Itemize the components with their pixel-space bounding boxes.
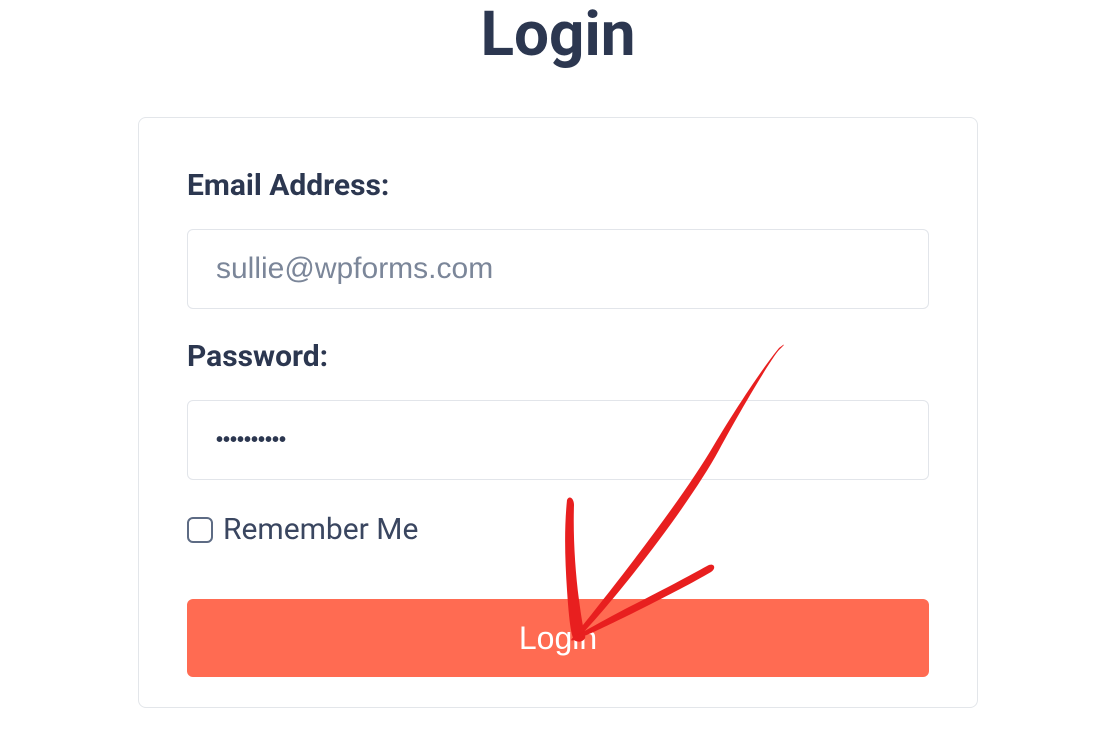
password-field[interactable] (187, 400, 929, 480)
login-button[interactable]: Login (187, 599, 929, 677)
remember-row: Remember Me (187, 512, 929, 547)
email-field[interactable] (187, 229, 929, 309)
email-label: Email Address: (187, 168, 929, 203)
password-group: Password: (187, 339, 929, 480)
email-group: Email Address: (187, 168, 929, 309)
page-title: Login (0, 0, 1116, 71)
password-label: Password: (187, 339, 929, 374)
login-form-card: Email Address: Password: Remember Me Log… (138, 117, 978, 708)
remember-checkbox[interactable] (187, 517, 213, 543)
remember-label[interactable]: Remember Me (223, 512, 418, 547)
